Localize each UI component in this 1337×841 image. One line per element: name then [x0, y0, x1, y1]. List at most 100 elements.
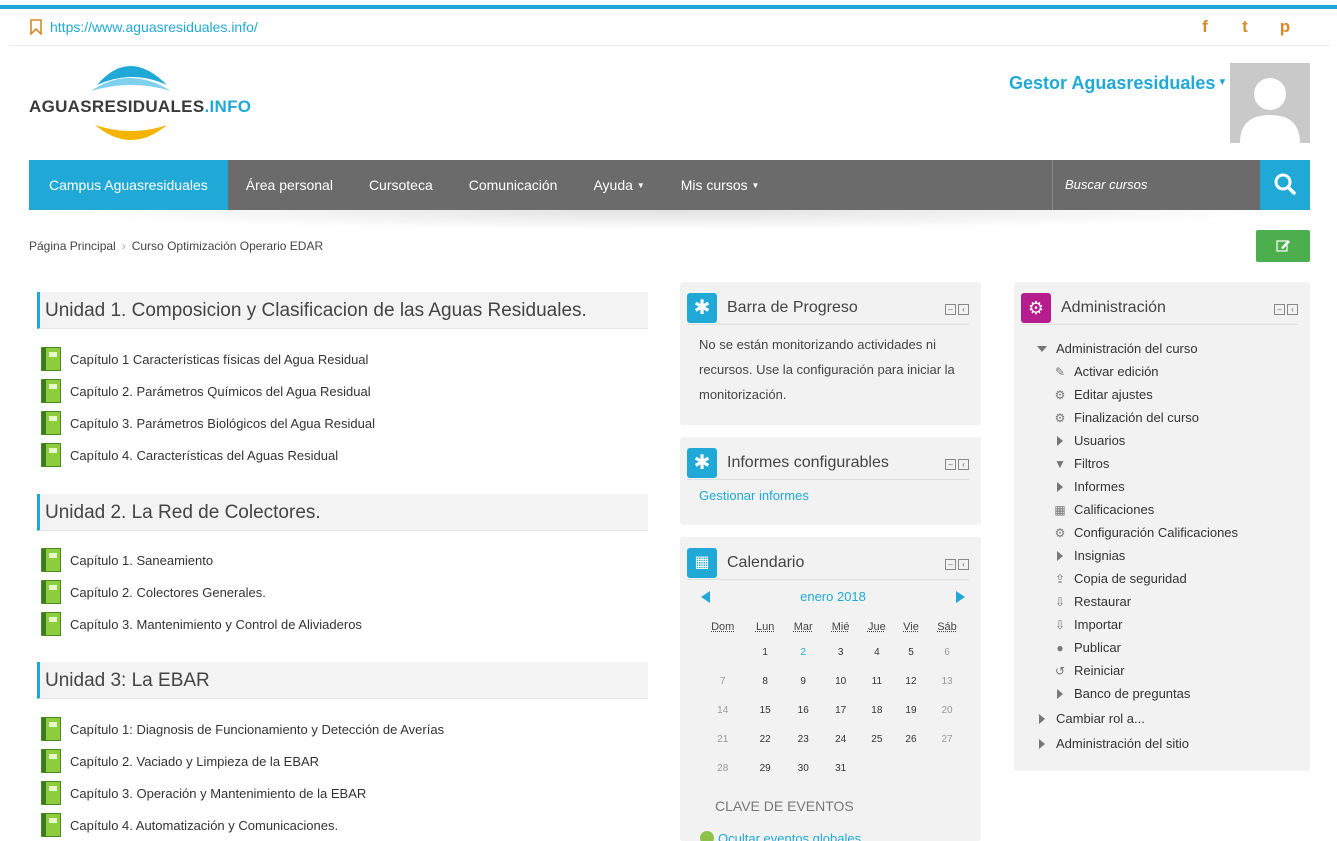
admin-item-editar-ajustes[interactable]: ⚙ Editar ajustes — [1052, 383, 1238, 406]
nav-mis-cursos[interactable]: Mis cursos ▼ — [663, 160, 778, 210]
nav-comunicacion[interactable]: Comunicación — [451, 160, 576, 210]
search-icon — [1274, 173, 1296, 195]
nav-area-personal[interactable]: Área personal — [228, 160, 351, 210]
user-silhouette-icon — [1240, 78, 1300, 143]
course-content: Unidad 1. Composicion y Clasificacion de… — [37, 292, 648, 841]
admin-item-copia-seguridad[interactable]: ⇪ Copia de seguridad — [1052, 567, 1238, 590]
user-menu[interactable]: Gestor Aguasresiduales ▼ — [1009, 73, 1227, 94]
unit-heading[interactable]: Unidad 3: La EBAR — [37, 662, 648, 699]
book-icon — [41, 813, 61, 837]
unit-heading[interactable]: Unidad 2. La Red de Colectores. — [37, 494, 648, 531]
admin-item-insignias[interactable]: Insignias — [1052, 544, 1238, 567]
edit-icon — [1276, 240, 1290, 252]
chapter-link[interactable]: Capítulo 2. Colectores Generales. — [37, 576, 648, 608]
search-button[interactable] — [1260, 160, 1310, 210]
calendar-day: 9 — [800, 676, 806, 687]
weekday-header: Mié — [831, 621, 850, 633]
month-label[interactable]: enero 2018 — [800, 589, 866, 604]
chevron-right-icon: › — [121, 239, 126, 253]
dock-icon[interactable]: ‹ — [958, 459, 969, 470]
admin-item-usuarios[interactable]: Usuarios — [1052, 429, 1238, 452]
reset-icon: ↺ — [1054, 663, 1066, 678]
block-title: Calendario — [727, 553, 805, 571]
chapter-link[interactable]: Capítulo 3. Operación y Mantenimiento de… — [37, 777, 648, 809]
admin-item-banco-preguntas[interactable]: Banco de preguntas — [1052, 682, 1238, 705]
calendar-day: 21 — [717, 734, 729, 745]
weekday-header: Mar — [793, 621, 813, 633]
events-key-heading: CLAVE DE EVENTOS — [715, 798, 854, 814]
chapter-link[interactable]: Capítulo 4. Automatización y Comunicacio… — [37, 809, 648, 841]
weekday-header: Sáb — [937, 621, 957, 633]
calendar-icon: ▦ — [687, 547, 717, 578]
chapter-link[interactable]: Capítulo 2. Parámetros Químicos del Agua… — [37, 375, 648, 407]
chapter-link[interactable]: Capítulo 2. Vaciado y Limpieza de la EBA… — [37, 745, 648, 777]
facebook-icon[interactable]: f — [1196, 17, 1214, 37]
prev-month-icon[interactable] — [701, 591, 710, 603]
edit-button[interactable] — [1256, 230, 1310, 262]
chapter-link[interactable]: Capítulo 3. Mantenimiento y Control de A… — [37, 608, 648, 640]
avatar[interactable] — [1230, 63, 1310, 143]
admin-item-activar-edicion[interactable]: ✎ Activar edición — [1052, 360, 1238, 383]
hide-global-events-link[interactable]: Ocultar eventos globales — [700, 831, 861, 841]
admin-item-calificaciones[interactable]: ▦ Calificaciones — [1052, 498, 1238, 521]
admin-switch-role[interactable]: Cambiar rol a... — [1034, 707, 1238, 730]
asterisk-icon: ✱ — [687, 292, 717, 323]
dock-icon[interactable]: ‹ — [1287, 304, 1298, 315]
main-nav: Campus Aguasresiduales Área personal Cur… — [29, 160, 1310, 210]
book-icon — [41, 548, 61, 572]
calendar-day: 23 — [797, 734, 809, 745]
site-url-link[interactable]: https://www.aguasresiduales.info/ — [50, 19, 258, 35]
site-logo[interactable]: AGUASRESIDUALES.INFO — [29, 55, 251, 147]
next-month-icon[interactable] — [956, 591, 965, 603]
breadcrumb-home[interactable]: Página Principal — [29, 239, 116, 253]
collapse-icon[interactable]: – — [1274, 304, 1285, 315]
calendar-day-today[interactable]: 2 — [784, 638, 823, 667]
progress-block: ✱ Barra de Progreso – ‹ No se están monit… — [680, 282, 981, 425]
admin-item-importar[interactable]: ⇩ Importar — [1052, 613, 1238, 636]
admin-item-reiniciar[interactable]: ↺ Reiniciar — [1052, 659, 1238, 682]
dock-icon[interactable]: ‹ — [958, 559, 969, 570]
nav-shadow — [29, 210, 1310, 230]
admin-item-config-calificaciones[interactable]: ⚙ Configuración Calificaciones — [1052, 521, 1238, 544]
breadcrumb-course[interactable]: Curso Optimización Operario EDAR — [132, 239, 323, 253]
calendar-day — [927, 754, 967, 783]
book-icon — [41, 749, 61, 773]
nav-cursoteca[interactable]: Cursoteca — [351, 160, 451, 210]
collapse-icon[interactable]: – — [945, 304, 956, 315]
expand-icon — [1052, 433, 1068, 449]
chapter-link[interactable]: Capítulo 3. Parámetros Biológicos del Ag… — [37, 407, 648, 439]
admin-item-finalizacion[interactable]: ⚙ Finalización del curso — [1052, 406, 1238, 429]
admin-item-restaurar[interactable]: ⇩ Restaurar — [1052, 590, 1238, 613]
manage-reports-link[interactable]: Gestionar informes — [699, 488, 809, 503]
admin-site-node[interactable]: Administración del sitio — [1034, 732, 1238, 755]
book-icon — [41, 443, 61, 467]
dock-icon[interactable]: ‹ — [958, 304, 969, 315]
twitter-icon[interactable]: t — [1236, 17, 1254, 37]
admin-item-informes[interactable]: Informes — [1052, 475, 1238, 498]
unit-heading[interactable]: Unidad 1. Composicion y Clasificacion de… — [37, 292, 648, 329]
calendar-day: 10 — [835, 676, 847, 687]
collapse-icon[interactable]: – — [945, 559, 956, 570]
calendar-day: 31 — [835, 763, 847, 774]
nav-campus[interactable]: Campus Aguasresiduales — [29, 160, 228, 210]
pinterest-icon[interactable]: p — [1276, 17, 1294, 37]
book-icon — [41, 411, 61, 435]
nav-ayuda[interactable]: Ayuda ▼ — [575, 160, 662, 210]
chapter-link[interactable]: Capítulo 4. Características del Aguas Re… — [37, 439, 648, 471]
download-icon: ⇩ — [1054, 617, 1066, 632]
search-input[interactable]: Buscar cursos — [1052, 160, 1260, 210]
admin-item-publicar[interactable]: ● Publicar — [1052, 636, 1238, 659]
admin-course-node[interactable]: Administración del curso — [1034, 337, 1238, 360]
collapse-icon[interactable]: – — [945, 459, 956, 470]
chapter-link[interactable]: Capítulo 1 Características físicas del A… — [37, 343, 648, 375]
chapter-link[interactable]: Capítulo 1: Diagnosis de Funcionamiento … — [37, 713, 648, 745]
weekday-header: Vie — [903, 621, 919, 633]
logo-text: AGUASRESIDUALES.INFO — [29, 97, 252, 116]
calendar-table: enero 2018 Dom Lun Mar Mié Jue Vie Sáb 1… — [699, 589, 967, 783]
calendar-block: ▦ Calendario – ‹ enero 2018 Dom Lun Mar M… — [680, 537, 981, 841]
top-bar: https://www.aguasresiduales.info/ f t p — [10, 9, 1329, 46]
calendar-day: 3 — [837, 647, 844, 658]
admin-item-filtros[interactable]: ▼ Filtros — [1052, 452, 1238, 475]
bookmark-icon[interactable] — [29, 19, 43, 35]
chapter-link[interactable]: Capítulo 1. Saneamiento — [37, 544, 648, 576]
